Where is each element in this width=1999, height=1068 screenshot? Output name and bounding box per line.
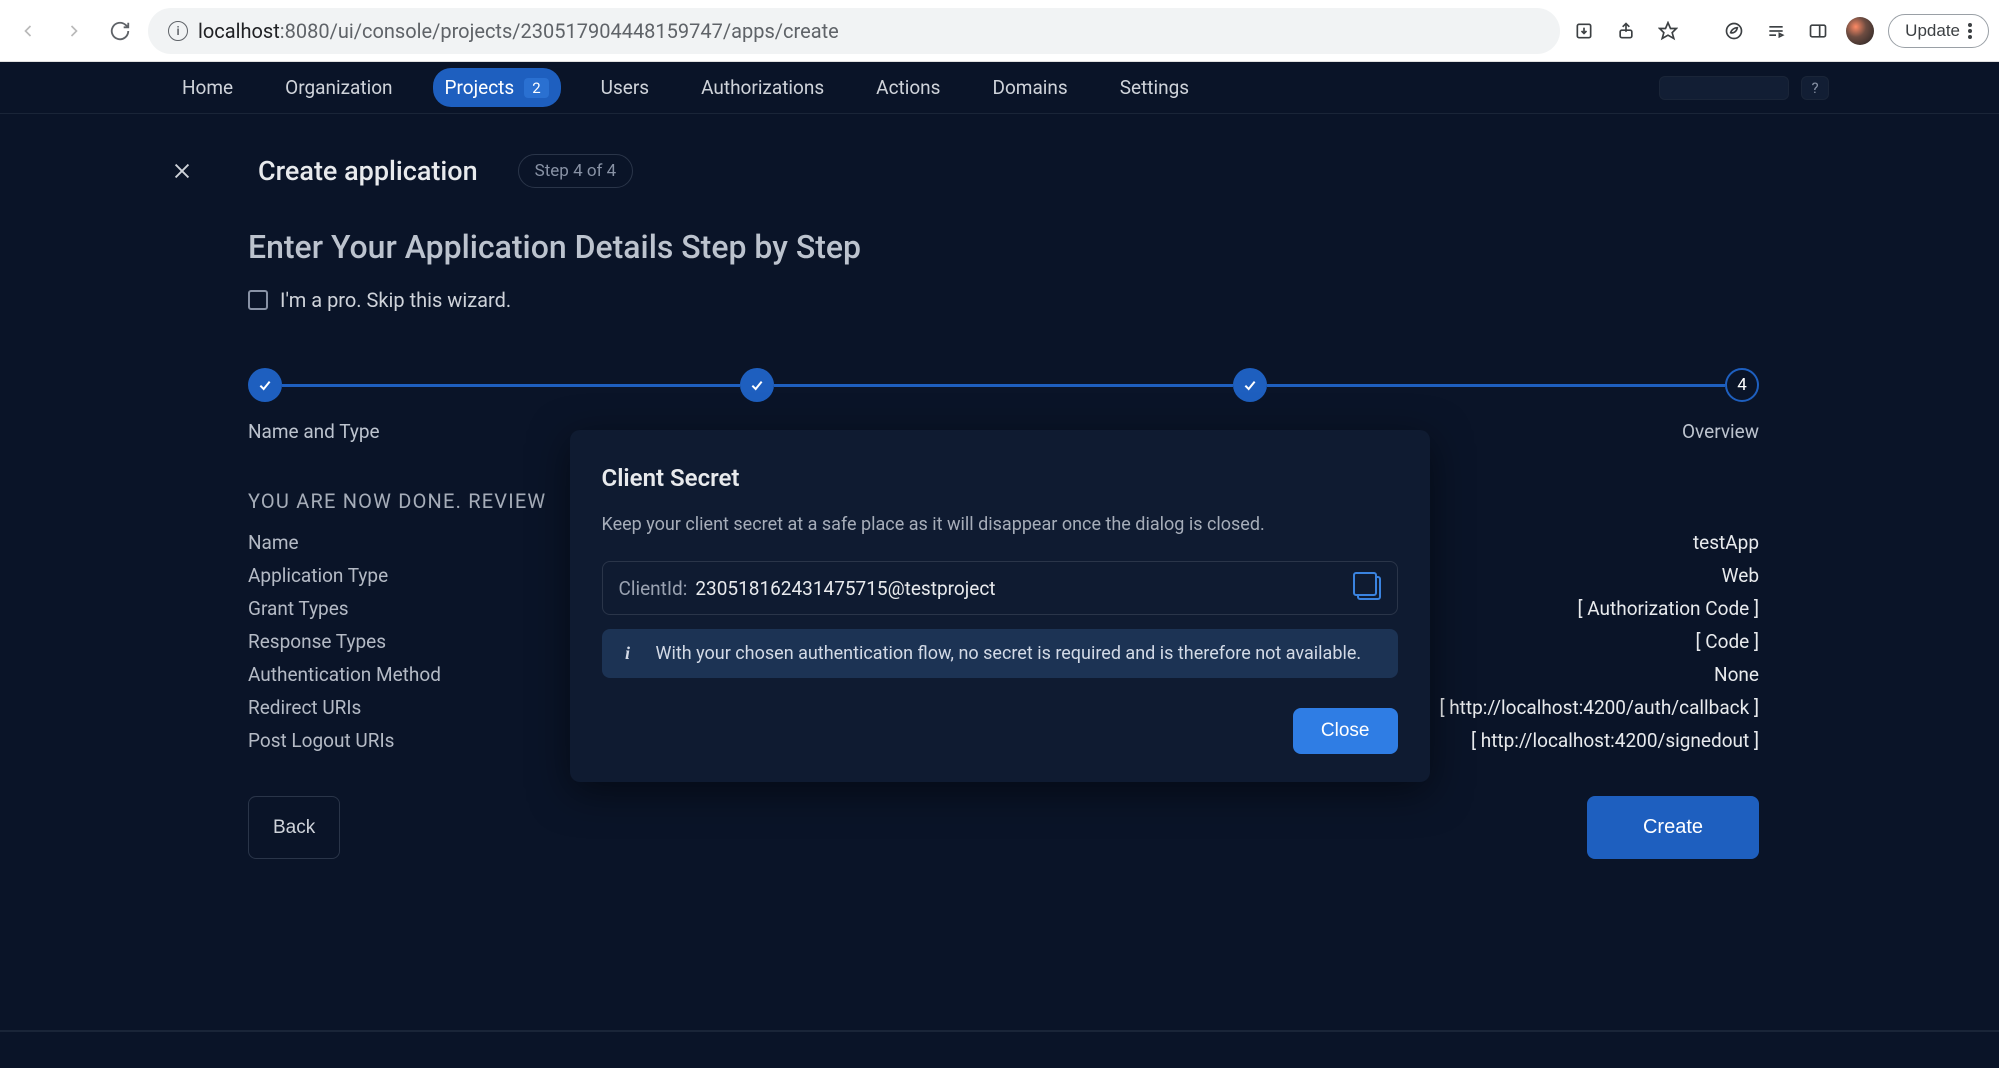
modal-description: Keep your client secret at a safe place … bbox=[602, 514, 1398, 535]
step-2-dot[interactable] bbox=[740, 368, 774, 402]
review-key: Grant Types bbox=[248, 597, 349, 620]
nav-settings[interactable]: Settings bbox=[1108, 68, 1201, 107]
nav-home[interactable]: Home bbox=[170, 68, 245, 107]
page-title: Create application bbox=[258, 155, 478, 187]
nav-actions[interactable]: Actions bbox=[864, 68, 952, 107]
projects-badge: 2 bbox=[524, 78, 548, 98]
review-key: Authentication Method bbox=[248, 663, 441, 686]
step-segment bbox=[1267, 384, 1725, 387]
close-button[interactable]: Close bbox=[1293, 708, 1398, 754]
client-id-field: ClientId: 230518162431475715@testproject bbox=[602, 561, 1398, 615]
step-indicator: Step 4 of 4 bbox=[518, 154, 634, 188]
url-path: :8080/ui/console/projects/23051790444815… bbox=[280, 19, 839, 43]
back-icon[interactable] bbox=[10, 13, 46, 49]
review-key: Post Logout URIs bbox=[248, 729, 394, 752]
review-value: Web bbox=[1722, 564, 1759, 587]
install-icon[interactable] bbox=[1570, 17, 1598, 45]
step-1-dot[interactable] bbox=[248, 368, 282, 402]
star-icon[interactable] bbox=[1654, 17, 1682, 45]
skip-checkbox[interactable] bbox=[248, 290, 268, 310]
create-button[interactable]: Create bbox=[1587, 796, 1759, 859]
help-button[interactable]: ? bbox=[1801, 76, 1829, 100]
forward-icon[interactable] bbox=[56, 13, 92, 49]
leaf-icon[interactable] bbox=[1720, 17, 1748, 45]
nav-domains[interactable]: Domains bbox=[980, 68, 1079, 107]
url-text: localhost:8080/ui/console/projects/23051… bbox=[198, 19, 839, 43]
share-icon[interactable] bbox=[1612, 17, 1640, 45]
playlist-icon[interactable] bbox=[1762, 17, 1790, 45]
copy-icon[interactable] bbox=[1357, 576, 1381, 600]
search-input[interactable] bbox=[1659, 76, 1789, 100]
panel-icon[interactable] bbox=[1804, 17, 1832, 45]
step-3-dot[interactable] bbox=[1233, 368, 1267, 402]
step-4-number: 4 bbox=[1737, 375, 1747, 395]
step-segment bbox=[774, 384, 1232, 387]
nav-users[interactable]: Users bbox=[589, 68, 661, 107]
skip-label: I'm a pro. Skip this wizard. bbox=[280, 288, 511, 312]
stepper: 4 bbox=[248, 368, 1759, 402]
browser-right-icons: Update bbox=[1570, 14, 1989, 48]
review-key: Application Type bbox=[248, 564, 388, 587]
step-4-dot[interactable]: 4 bbox=[1725, 368, 1759, 402]
avatar[interactable] bbox=[1846, 17, 1874, 45]
info-icon: i bbox=[168, 21, 188, 41]
step-label-left: Name and Type bbox=[248, 420, 380, 443]
review-key: Redirect URIs bbox=[248, 696, 361, 719]
step-segment bbox=[282, 384, 740, 387]
client-id-label: ClientId: bbox=[619, 577, 688, 600]
skip-wizard-row[interactable]: I'm a pro. Skip this wizard. bbox=[248, 288, 1759, 312]
top-nav: Home Organization Projects 2 Users Autho… bbox=[0, 62, 1999, 114]
nav-authorizations[interactable]: Authorizations bbox=[689, 68, 836, 107]
review-value: testApp bbox=[1693, 531, 1759, 554]
nav-projects-label: Projects bbox=[445, 76, 515, 99]
info-text: With your chosen authentication flow, no… bbox=[656, 643, 1362, 664]
modal-title: Client Secret bbox=[602, 464, 1398, 492]
review-key: Name bbox=[248, 531, 299, 554]
action-row: Back Create bbox=[248, 796, 1759, 859]
browser-chrome: i localhost:8080/ui/console/projects/230… bbox=[0, 0, 1999, 62]
review-key: Response Types bbox=[248, 630, 386, 653]
nav-projects[interactable]: Projects 2 bbox=[433, 68, 561, 107]
back-button[interactable]: Back bbox=[248, 796, 340, 859]
page-header: Create application Step 4 of 4 bbox=[170, 154, 1759, 188]
url-bar[interactable]: i localhost:8080/ui/console/projects/230… bbox=[148, 8, 1560, 54]
nav-organization[interactable]: Organization bbox=[273, 68, 404, 107]
step-label-right: Overview bbox=[1682, 420, 1759, 443]
close-icon[interactable] bbox=[170, 159, 194, 183]
url-host: localhost bbox=[198, 19, 280, 43]
client-id-value: 230518162431475715@testproject bbox=[695, 577, 1348, 600]
update-label: Update bbox=[1905, 21, 1960, 41]
reload-icon[interactable] bbox=[102, 13, 138, 49]
review-value: None bbox=[1714, 663, 1759, 686]
review-value: [ Authorization Code ] bbox=[1578, 597, 1759, 620]
footer-divider bbox=[0, 1030, 1999, 1032]
review-value: [ http://localhost:4200/auth/callback ] bbox=[1439, 696, 1759, 719]
client-secret-modal: Client Secret Keep your client secret at… bbox=[570, 430, 1430, 782]
page-subtitle: Enter Your Application Details Step by S… bbox=[248, 228, 1759, 266]
update-button[interactable]: Update bbox=[1888, 14, 1989, 48]
review-value: [ Code ] bbox=[1696, 630, 1760, 653]
review-value: [ http://localhost:4200/signedout ] bbox=[1471, 729, 1759, 752]
info-banner: i With your chosen authentication flow, … bbox=[602, 629, 1398, 678]
info-icon: i bbox=[618, 644, 638, 664]
